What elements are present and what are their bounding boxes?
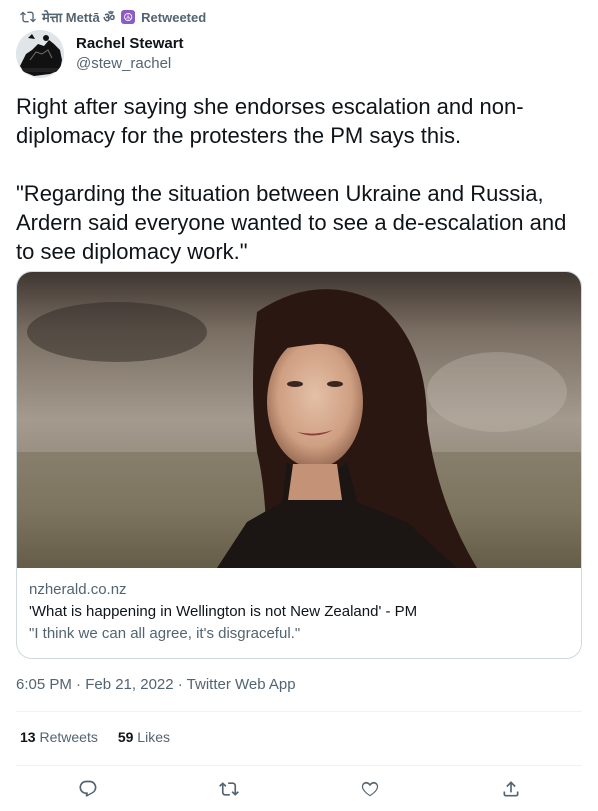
retweet-icon — [219, 782, 239, 796]
retweets-label: Retweets — [39, 729, 98, 745]
avatar[interactable] — [16, 30, 64, 78]
divider — [16, 765, 582, 766]
like-icon — [361, 781, 379, 797]
tweet-timestamp[interactable]: 6:05 PM · Feb 21, 2022 · Twitter Web App — [16, 676, 296, 693]
author-display-name[interactable]: Rachel Stewart — [76, 34, 184, 54]
retweeted-label: Retweeted — [141, 9, 207, 25]
author-handle[interactable]: @stew_rachel — [76, 54, 184, 74]
like-button[interactable] — [355, 774, 385, 804]
likes-label: Likes — [137, 729, 170, 745]
card-thumbnail-image — [17, 272, 581, 568]
divider — [16, 711, 582, 712]
peace-symbol-icon: ☮ — [121, 10, 136, 24]
retweet-context: मेत्ता Mettā ॐ ☮ Retweeted — [20, 8, 206, 26]
avatar-silhouette — [16, 30, 64, 78]
likes-count: 59 — [117, 729, 134, 745]
reply-icon — [79, 780, 97, 797]
action-bar — [0, 774, 598, 804]
retweet-button[interactable] — [214, 774, 244, 804]
retweets-count: 13 — [20, 729, 36, 745]
author-block: Rachel Stewart @stew_rachel — [16, 30, 184, 78]
link-card[interactable]: nzherald.co.nz 'What is happening in Wel… — [16, 271, 582, 659]
card-description: "I think we can all agree, it's disgrace… — [29, 625, 301, 642]
tweet-text: Right after saying she endorses escalati… — [16, 94, 567, 264]
retweets-stat[interactable]: 13 Retweets — [20, 729, 98, 745]
share-icon — [503, 781, 519, 797]
likes-stat[interactable]: 59 Likes — [118, 729, 170, 745]
card-domain: nzherald.co.nz — [29, 581, 127, 598]
share-button[interactable] — [496, 774, 526, 804]
card-title: 'What is happening in Wellington is not … — [29, 603, 418, 620]
reply-button[interactable] — [73, 774, 103, 804]
tweet-stats: 13 Retweets 59 Likes — [20, 729, 170, 745]
retweeter-name[interactable]: मेत्ता Mettā ॐ — [42, 8, 115, 26]
retweet-context-icon — [20, 11, 36, 23]
